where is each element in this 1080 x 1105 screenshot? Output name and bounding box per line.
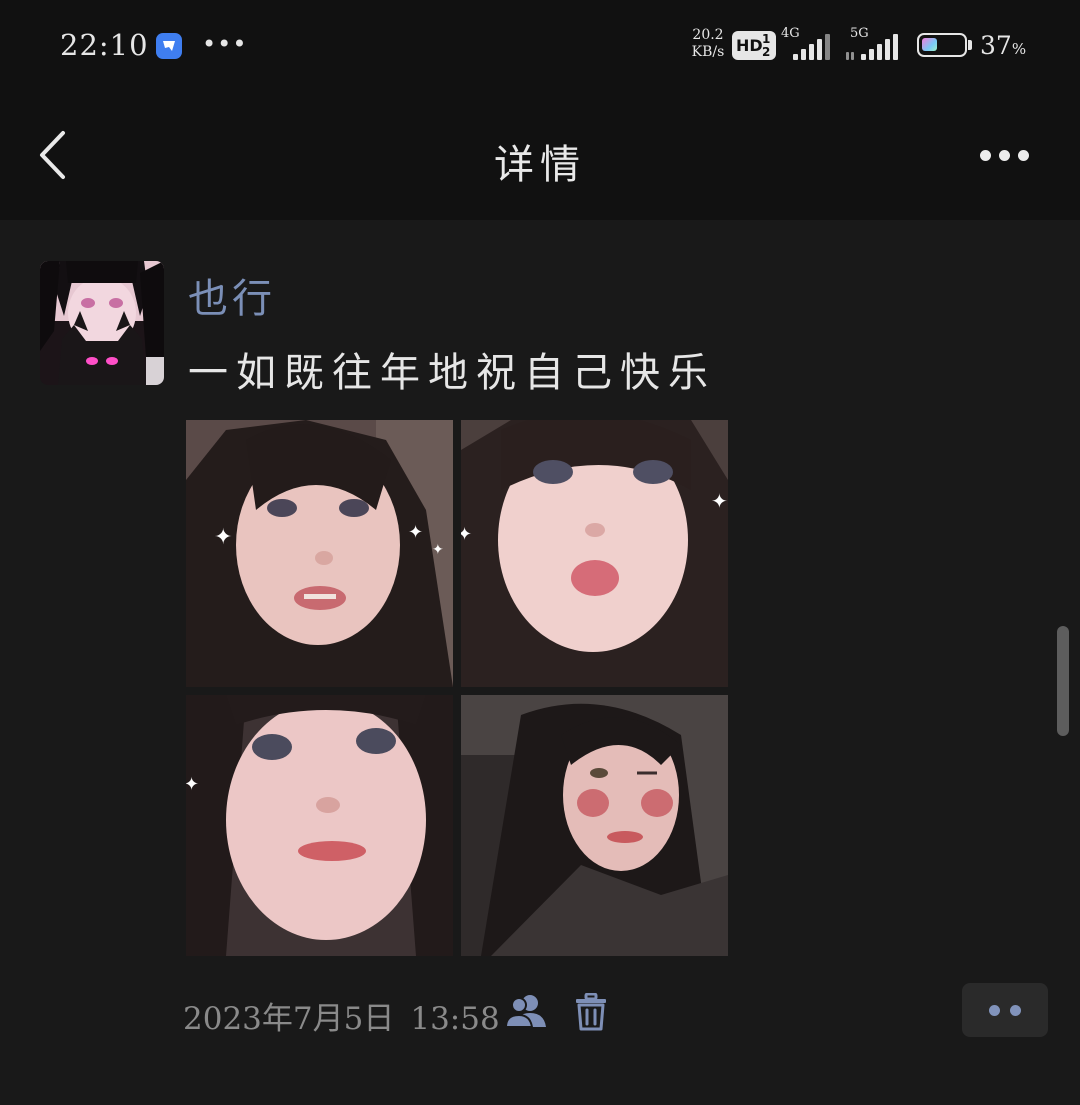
network-speed: 20.2 KB/s	[686, 27, 730, 61]
signal-strength-icon	[793, 34, 837, 60]
delete-trash-icon[interactable]	[575, 992, 607, 1031]
svg-text:✦: ✦	[186, 774, 199, 795]
svg-text:✦: ✦	[461, 524, 472, 545]
svg-text:✦: ✦	[214, 525, 232, 550]
post-timestamp: 2023年7月5日 13:58	[183, 993, 500, 1038]
status-time: 22:10	[60, 28, 149, 62]
photo-grid: ✦ ✦ ✦ ✦ ✦ ✦	[186, 420, 728, 956]
visibility-friends-icon[interactable]	[504, 993, 548, 1029]
battery-level-fill	[922, 38, 937, 51]
post-photo-4[interactable]	[461, 695, 728, 962]
page-title: 详情	[494, 142, 586, 188]
svg-text:✦: ✦	[432, 542, 444, 558]
more-dot-icon	[999, 150, 1010, 161]
nav-bar: 详情	[0, 92, 1080, 220]
battery-icon	[917, 33, 967, 57]
more-dot-icon	[1018, 150, 1029, 161]
post-text: 一如既往年地祝自己快乐	[188, 350, 716, 396]
more-dot-icon	[980, 150, 991, 161]
battery-percentage: 37%	[980, 31, 1026, 60]
scrollbar[interactable]	[1057, 626, 1069, 736]
app-notification-icon	[156, 33, 182, 59]
more-options-button[interactable]	[970, 136, 1036, 176]
network-speed-value: 20.2	[692, 27, 724, 43]
svg-text:✦: ✦	[408, 522, 423, 543]
post-photo-2[interactable]: ✦ ✦	[461, 420, 728, 687]
svg-text:✦: ✦	[711, 489, 728, 513]
hd-sub: 2	[762, 45, 771, 59]
hd-label: HD	[736, 36, 763, 55]
post-photo-3[interactable]: ✦	[186, 695, 453, 962]
comment-like-button[interactable]	[962, 983, 1048, 1037]
hd-voice-badge: HD 1 2	[732, 31, 776, 60]
user-avatar[interactable]	[40, 261, 164, 385]
moments-detail-screen: 22:10 ••• 20.2 KB/s HD 1 2 4G 5G 37% 详情 …	[0, 0, 1080, 1105]
battery-cap	[968, 40, 972, 50]
battery-percent-value: 37	[980, 31, 1012, 60]
more-notifications-icon: •••	[202, 30, 248, 58]
post-time: 13:58	[410, 1001, 500, 1037]
comment-dot-icon	[1010, 1005, 1021, 1016]
comment-dot-icon	[989, 1005, 1000, 1016]
post-date: 2023年7月5日	[183, 1001, 395, 1037]
battery-percent-sign: %	[1011, 40, 1027, 58]
signal-strength-icon-2	[846, 34, 906, 60]
post-username[interactable]: 也行	[188, 266, 276, 324]
post-photo-1[interactable]: ✦ ✦ ✦	[186, 420, 453, 687]
network-speed-unit: KB/s	[691, 44, 725, 60]
status-bar: 22:10 ••• 20.2 KB/s HD 1 2 4G 5G 37%	[0, 0, 1080, 92]
